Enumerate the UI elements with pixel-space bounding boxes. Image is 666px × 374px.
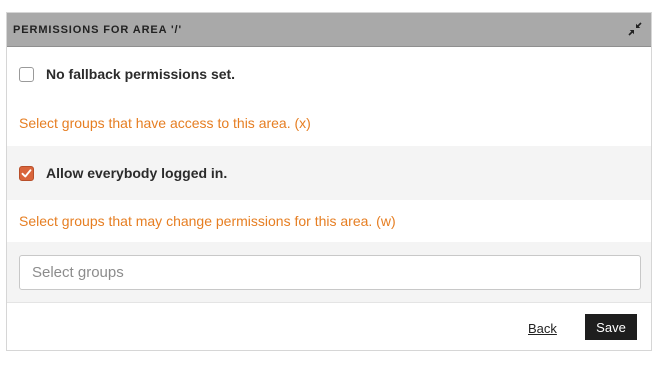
permissions-panel: PERMISSIONS FOR AREA '/' No fallback per… (6, 12, 652, 351)
access-hint-row: Select groups that have access to this a… (7, 101, 651, 146)
access-hint: Select groups that have access to this a… (19, 115, 311, 131)
footer-divider (7, 302, 651, 303)
fallback-label: No fallback permissions set. (46, 66, 236, 82)
checkmark-icon (21, 168, 32, 177)
back-link[interactable]: Back (528, 321, 557, 336)
groups-select[interactable] (19, 255, 641, 290)
panel-header: PERMISSIONS FOR AREA '/' (7, 13, 651, 47)
fallback-row: No fallback permissions set. (7, 47, 651, 101)
save-button[interactable]: Save (585, 314, 637, 340)
change-hint: Select groups that may change permission… (19, 213, 396, 229)
change-hint-row: Select groups that may change permission… (7, 200, 651, 242)
everybody-row: Allow everybody logged in. (7, 146, 651, 200)
collapse-arrows-icon[interactable] (628, 22, 642, 36)
groups-select-input[interactable] (20, 256, 640, 289)
everybody-checkbox[interactable] (19, 165, 34, 181)
panel-title: PERMISSIONS FOR AREA '/' (13, 24, 183, 36)
everybody-label: Allow everybody logged in. (46, 165, 228, 181)
fallback-checkbox[interactable] (19, 66, 34, 82)
